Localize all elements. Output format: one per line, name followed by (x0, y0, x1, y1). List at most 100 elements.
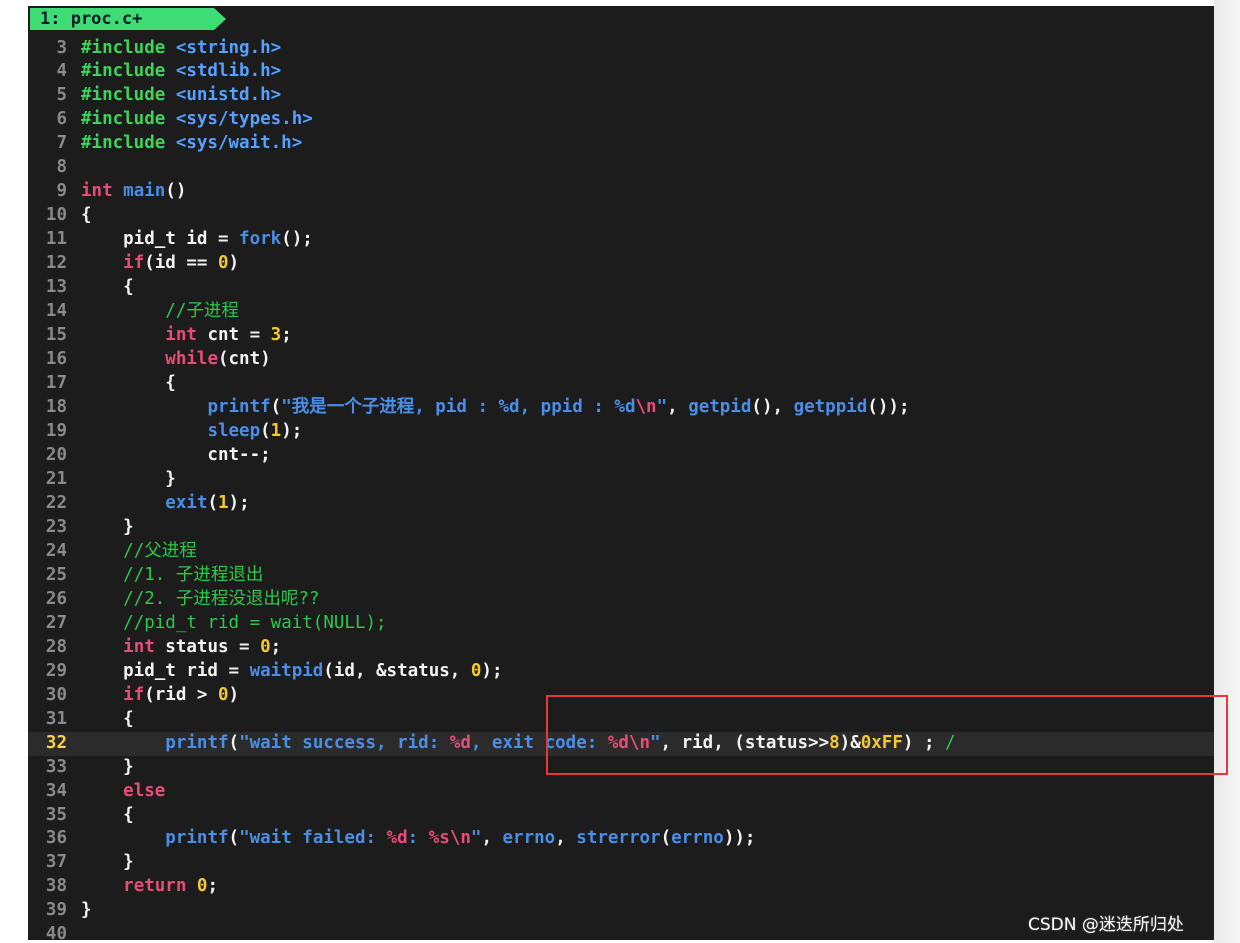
buffer-tab[interactable]: 1: proc.c+ (30, 8, 226, 30)
code-line[interactable]: 32 printf("wait success, rid: %d, exit c… (28, 731, 1214, 756)
code-line[interactable]: 15 int cnt = 3; (28, 324, 1214, 348)
line-content: pid_t id = fork(); (81, 229, 313, 249)
code-line[interactable]: 9 int main() (28, 180, 1214, 204)
line-content: else (81, 781, 165, 801)
code-token: errno (671, 828, 724, 849)
code-token: , (667, 397, 689, 418)
code-token: 0 (196, 876, 208, 897)
code-line[interactable]: 16 while(cnt) (28, 348, 1214, 372)
code-token: getpid (688, 397, 752, 418)
line-number: 32 (45, 732, 67, 753)
code-token: printf (165, 828, 229, 849)
line-number: 23 (45, 516, 67, 537)
code-line[interactable]: 8 (28, 156, 1214, 180)
line-number: 7 (56, 133, 67, 154)
code-token: if (123, 253, 145, 274)
code-token: ( (228, 732, 240, 753)
line-number: 13 (45, 277, 67, 298)
code-line[interactable]: 20 cnt--; (28, 444, 1214, 468)
line-content: return 0; (81, 876, 218, 896)
code-token: 0 (470, 660, 482, 681)
line-content: printf("wait failed: %d: %s\n", errno, s… (81, 828, 755, 848)
code-token: %d (607, 732, 629, 753)
code-line[interactable]: 24 //父进程 (28, 540, 1214, 564)
code-line[interactable]: 21 } (28, 468, 1214, 492)
code-line[interactable]: 26 //2. 子进程没退出呢?? (28, 588, 1214, 612)
code-token: int (81, 181, 113, 202)
code-line[interactable]: 30 if(rid > 0) (28, 684, 1214, 708)
code-token: <stdlib.h> (175, 61, 282, 82)
code-line[interactable]: 10 { (28, 204, 1214, 228)
code-line[interactable]: 33 } (28, 756, 1214, 780)
line-number: 14 (45, 301, 67, 322)
line-content: #include <sys/types.h> (81, 109, 313, 129)
code-line[interactable]: 37 } (28, 851, 1214, 875)
line-content: printf("我是一个子进程, pid : %d, ppid : %d\n",… (81, 397, 909, 418)
code-token: errno (502, 828, 556, 849)
code-token: ) (228, 253, 240, 274)
code-line[interactable]: 28 int status = 0; (28, 636, 1214, 660)
code-line[interactable]: 12 if(id == 0) (28, 252, 1214, 276)
code-editor[interactable]: 1: proc.c+ 3 #include <string.h> 4 #include… (28, 6, 1214, 940)
code-token: (cnt) (217, 349, 271, 370)
code-line[interactable]: 36 printf("wait failed: %d: %s\n", errno… (28, 827, 1214, 851)
code-token: } (81, 900, 92, 921)
code-token: 0 (260, 636, 271, 657)
code-line[interactable]: 3 #include <string.h> (28, 37, 1214, 61)
line-content: //1. 子进程退出 (81, 565, 263, 585)
code-token: , rid, (status>> (660, 732, 830, 753)
code-line[interactable]: 11 pid_t id = fork(); (28, 228, 1214, 252)
code-line[interactable]: 17 { (28, 372, 1214, 396)
code-token: pid_t rid = (81, 660, 250, 681)
code-line[interactable]: 14 //子进程 (28, 300, 1214, 324)
code-line[interactable]: 23 } (28, 516, 1214, 540)
code-line[interactable]: 35 { (28, 804, 1214, 828)
line-content: //2. 子进程没退出呢?? (81, 589, 319, 609)
code-line[interactable]: 31 { (28, 708, 1214, 732)
line-content: #include <sys/wait.h> (81, 133, 302, 153)
code-line[interactable]: 27 //pid_t rid = wait(NULL); (28, 612, 1214, 636)
code-token: ; (281, 325, 292, 346)
code-token: exit (165, 492, 208, 513)
code-token: int (165, 325, 197, 346)
code-line[interactable]: 6 #include <sys/types.h> (28, 108, 1214, 132)
code-token: #include (81, 133, 176, 154)
code-token: (rid > (144, 684, 218, 705)
code-line[interactable]: 29 pid_t rid = waitpid(id, &status, 0); (28, 660, 1214, 684)
line-number: 12 (45, 253, 67, 274)
code-token: { (81, 373, 176, 394)
line-content: int main() (81, 181, 186, 201)
code-token: { (81, 277, 134, 298)
line-content: #include <string.h> (81, 38, 281, 58)
code-token: getppid (793, 397, 868, 418)
line-content: int status = 0; (81, 637, 281, 657)
code-line[interactable]: 34 else (28, 780, 1214, 804)
code-token: //pid_t rid = wait(NULL); (123, 612, 387, 633)
code-token: 3 (270, 325, 282, 346)
code-line[interactable]: 5 #include <unistd.h> (28, 84, 1214, 108)
code-token: ( (207, 492, 218, 513)
code-token: { (81, 205, 92, 226)
line-content: } (81, 469, 176, 489)
line-number: 29 (45, 660, 67, 681)
line-content: //父进程 (81, 541, 197, 561)
code-line[interactable]: 38 return 0; (28, 875, 1214, 899)
code-line[interactable]: 4 #include <stdlib.h> (28, 60, 1214, 84)
line-content: } (81, 517, 134, 537)
code-line[interactable]: 19 sleep(1); (28, 420, 1214, 444)
code-token: %s (428, 828, 450, 849)
code-token: else (123, 780, 166, 801)
code-line[interactable]: 7 #include <sys/wait.h> (28, 132, 1214, 156)
code-line[interactable]: 18 printf("我是一个子进程, pid : %d, ppid : %d\… (28, 396, 1214, 420)
code-line[interactable]: 25 //1. 子进程退出 (28, 564, 1214, 588)
code-token: ); (281, 421, 303, 441)
line-number: 20 (45, 444, 67, 465)
code-line[interactable]: 13 { (28, 276, 1214, 300)
line-number: 16 (45, 349, 67, 370)
code-area[interactable]: 3 #include <string.h> 4 #include <stdlib.h>… (28, 37, 1214, 940)
code-line[interactable]: 22 exit(1); (28, 492, 1214, 516)
